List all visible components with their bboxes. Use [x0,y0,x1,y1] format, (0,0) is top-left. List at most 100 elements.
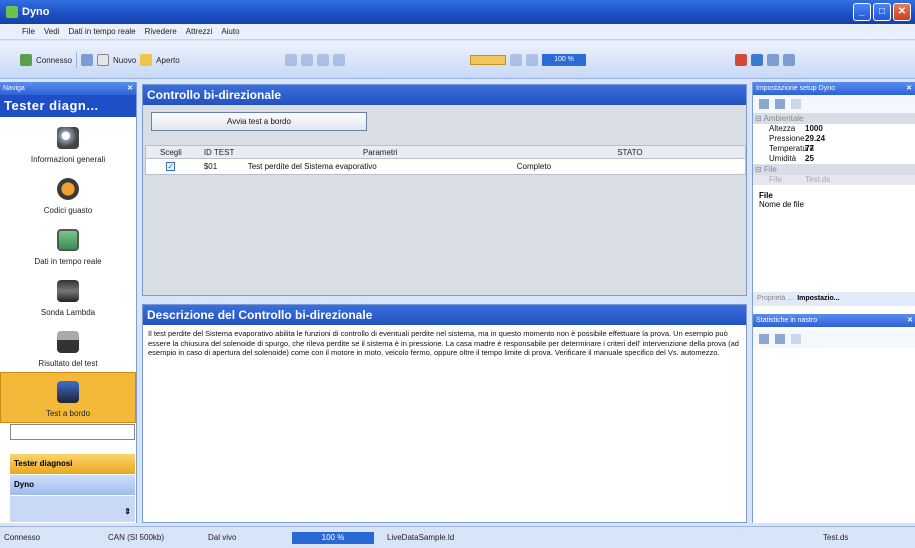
zoom-level[interactable]: 100 % [542,54,586,66]
nav-item-fault-codes[interactable]: Codici guasto [0,168,136,219]
stop-icon[interactable] [333,54,345,66]
setup-header-label: Impostazione setup Dyno [756,85,835,92]
zoom-in-icon[interactable] [735,54,747,66]
property-row[interactable]: Altezza 1000 [753,124,915,134]
property-category[interactable]: ⊟ File [753,164,915,175]
app-icon [6,6,18,18]
property-key: Umidità [769,154,797,163]
test-table: Scegli ID TEST Parametri STATO $01 Test … [145,145,746,175]
property-value[interactable]: 25 [801,154,891,164]
menu-tools[interactable]: Attrezzi [186,27,213,36]
new-icon [97,54,110,66]
record-icon[interactable] [285,54,297,66]
monitor-icon [57,229,79,251]
property-description: File Nome de file [753,185,915,215]
property-row[interactable]: Temperatura 77 [753,144,915,154]
chevron-down-icon[interactable]: ⇕ [124,502,131,522]
forward-icon[interactable] [526,54,538,66]
zoom-fit-icon[interactable] [767,54,779,66]
nav-header: Naviga ✕ [0,82,136,95]
categorized-icon[interactable] [759,334,769,344]
property-value[interactable]: 29.24 [801,134,891,144]
close-icon[interactable]: ✕ [907,314,913,327]
table-row[interactable]: $01 Test perdite del Sistema evaporativo… [146,159,745,174]
magnifier-icon [57,127,79,149]
minimize-button[interactable]: _ [853,3,871,21]
nav-item-onboard-test[interactable]: Test a bordo [0,372,136,423]
stats-toolbar [753,330,915,348]
nav-scroll-area[interactable] [10,424,135,440]
alphabetical-icon[interactable] [775,99,785,109]
new-button[interactable]: Nuovo [113,56,136,65]
nav-item-lambda[interactable]: Sonda Lambda [0,270,136,321]
categorized-icon[interactable] [759,99,769,109]
sensor-icon [57,280,79,302]
col-id[interactable]: ID TEST [196,146,246,158]
row-checkbox[interactable] [166,159,176,174]
setup-panel: Impostazione setup Dyno ✕ ⊟ Ambientale A… [752,82,915,523]
property-pages-icon[interactable] [791,334,801,344]
rewind-icon[interactable] [510,54,522,66]
status-bar: Connesso CAN (SI 500kb) Dal vivo 100 % L… [0,526,915,548]
menu-review[interactable]: Rivedere [145,27,177,36]
col-params[interactable]: Parametri [246,146,515,158]
play-icon[interactable] [301,54,313,66]
close-icon[interactable]: ✕ [906,82,912,95]
menu-view[interactable]: Vedi [44,27,60,36]
status-mode: Dal vivo [208,533,237,542]
status-bus: CAN (SI 500kb) [108,533,165,542]
disconnect-icon[interactable] [81,54,94,66]
open-button[interactable]: Aperto [156,56,180,65]
nav-tab-dyno[interactable]: Dyno [10,475,135,495]
tab-properties[interactable]: Proprietà ... [757,292,793,306]
nav-tab-tester[interactable]: Tester diagnosi [10,454,135,474]
property-key: Altezza [769,124,796,133]
property-row[interactable]: Pressione 29.24 [753,134,915,144]
open-icon [140,54,153,66]
menu-file[interactable]: File [22,27,35,36]
nav-tab-overflow[interactable]: ⇕ [10,496,135,522]
playback-progress[interactable] [470,55,506,65]
nav-item-test-results[interactable]: Risultato del test [0,321,136,372]
menu-live-data[interactable]: Dati in tempo reale [68,27,135,36]
nav-item-general-info[interactable]: Informazioni generali [0,117,136,168]
row-id: $01 [203,162,218,171]
status-connection: Connesso [4,533,41,542]
property-value[interactable]: 1000 [801,124,891,134]
property-toolbar [753,95,915,113]
wrench-icon [57,178,79,200]
stats-header: Statistiche in nastro ✕ [753,314,915,327]
property-value[interactable]: Test.ds [801,175,891,185]
property-pages-icon[interactable] [791,99,801,109]
nav-item-label: Informazioni generali [30,155,106,164]
property-value[interactable]: 77 [801,144,891,154]
property-category[interactable]: ⊟ Ambientale [753,113,915,124]
nav-item-live-data[interactable]: Dati in tempo reale [0,219,136,270]
connect-button[interactable]: Connesso [36,56,72,65]
toolbar: Connesso Nuovo Aperto 100 % [0,41,915,79]
run-onboard-test-button[interactable]: Avvia test a bordo [151,112,367,131]
menu-help[interactable]: Aiuto [221,27,239,36]
property-grid: ⊟ Ambientale Altezza 1000 Pressione 29.24 … [753,113,915,185]
close-button[interactable]: ✕ [893,3,911,21]
alphabetical-icon[interactable] [775,334,785,344]
zoom-out-icon[interactable] [751,54,763,66]
printer-icon [57,331,79,353]
row-select-cell [146,159,196,174]
maximize-button[interactable]: □ [873,3,891,21]
settings-icon[interactable] [783,54,795,66]
description-panel: Descrizione del Controllo bi-direzionale… [142,304,747,523]
setup-header: Impostazione setup Dyno ✕ [753,82,915,95]
tab-settings[interactable]: Impostazio... [797,292,839,306]
category-label: File [763,165,777,174]
window-title: Dyno [22,6,50,18]
property-row[interactable]: Umidità 25 [753,154,915,164]
property-row[interactable]: File Test.ds [753,175,915,185]
connect-icon [20,54,32,66]
close-icon[interactable]: ✕ [127,82,133,95]
col-select[interactable]: Scegli [146,146,196,158]
step-icon[interactable] [317,54,329,66]
stats-header-label: Statistiche in nastro [756,317,818,324]
nav-item-label: Dati in tempo reale [34,257,102,266]
col-status[interactable]: STATO [515,146,745,158]
